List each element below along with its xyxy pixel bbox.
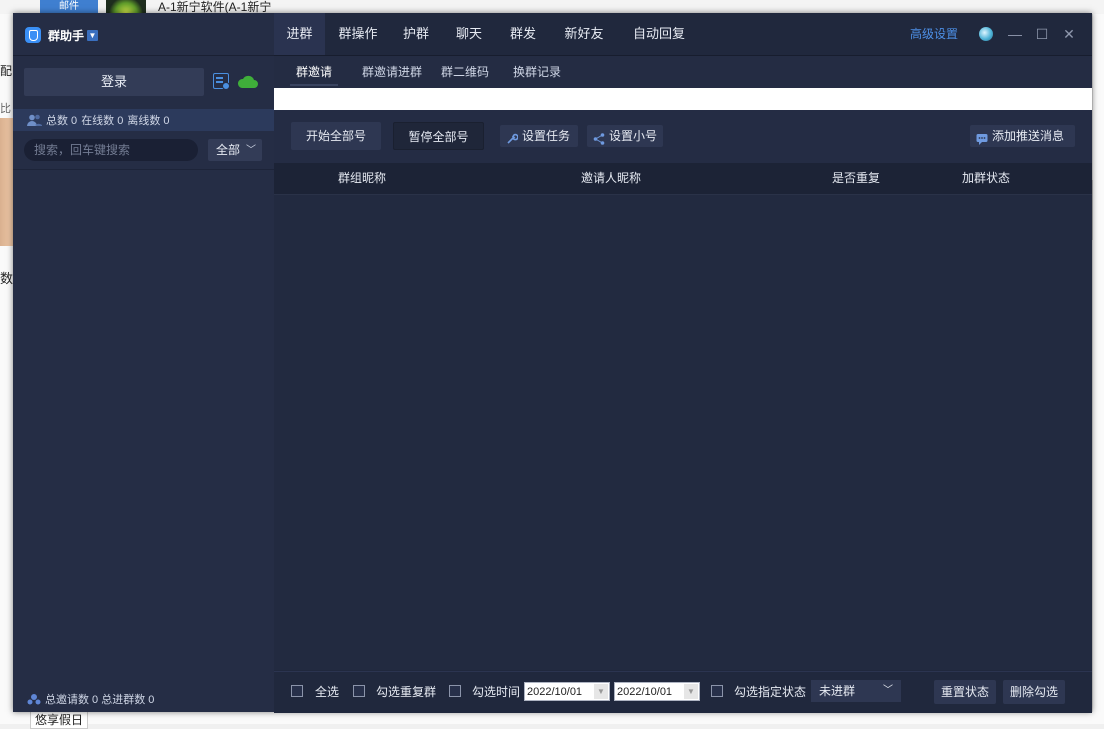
total-count: 总数 0 — [46, 115, 78, 127]
status-select-value: 未进群 — [819, 684, 856, 698]
desktop-window-title: A-1新宁软件(A-1新宁 — [158, 0, 272, 14]
subtab-switch-log[interactable]: 换群记录 — [511, 56, 563, 88]
table-header: 群组昵称 邀请人昵称 是否重复 加群状态 — [274, 163, 1092, 195]
desktop-text: 数 — [0, 271, 14, 286]
sub-nav: 群邀请 群邀请进群 群二维码 换群记录 — [274, 56, 1092, 88]
divider — [13, 169, 274, 170]
select-duplicate-label: 勾选重复群 — [376, 685, 437, 699]
add-push-label: 添加推送消息 — [992, 129, 1065, 143]
column-join-status[interactable]: 加群状态 — [962, 163, 1010, 194]
tab-group-ops[interactable]: 群操作 — [330, 13, 386, 55]
sidebar-footer: 总邀请数 0 总进群数 0 — [27, 691, 154, 707]
filter-select[interactable]: 全部 ﹀ — [208, 139, 262, 161]
top-nav: 进群 群操作 护群 聊天 群发 新好友 自动回复 高级设置 — ☐ ✕ — [274, 13, 1092, 56]
toolbar: 开始全部号 暂停全部号 设置任务 设置小号 添加推送消息 — [274, 110, 1092, 163]
offline-count: 离线数 0 — [127, 115, 170, 127]
filter-value: 全部 — [216, 143, 241, 157]
date-to-input[interactable]: 2022/10/01 ▼ — [614, 682, 700, 701]
select-duplicate-checkbox[interactable] — [353, 685, 365, 697]
delete-selected-button[interactable]: 删除勾选 — [1003, 680, 1065, 704]
app-logo-icon — [25, 27, 41, 43]
message-icon — [976, 130, 988, 145]
desktop-bottom-strip: 悠享假日 — [0, 711, 1104, 729]
add-push-button[interactable]: 添加推送消息 — [970, 125, 1075, 147]
desktop-photo — [0, 118, 13, 246]
sidebar: 群助手 ▼ 登录 总数 0 在线数 0 离线数 0 搜索，回车键搜索 全部 ﹀ — [13, 13, 274, 712]
column-is-duplicate[interactable]: 是否重复 — [832, 163, 880, 194]
online-count: 在线数 0 — [81, 115, 124, 127]
dropdown-caret-icon[interactable]: ▼ — [87, 29, 99, 41]
close-icon[interactable]: ✕ — [1058, 13, 1080, 55]
chevron-down-icon: ﹀ — [246, 145, 256, 156]
account-list-icon[interactable] — [213, 73, 230, 90]
tab-guard-group[interactable]: 护群 — [396, 13, 436, 55]
app-name: 群助手 — [48, 28, 85, 43]
date-from-value: 2022/10/01 — [527, 686, 583, 698]
set-task-button[interactable]: 设置任务 — [500, 125, 578, 147]
desktop-text: 比 — [0, 103, 11, 115]
pause-all-button[interactable]: 暂停全部号 — [393, 122, 484, 150]
tab-auto-reply[interactable]: 自动回复 — [624, 13, 694, 55]
content-strip — [274, 88, 1092, 110]
select-time-label: 勾选时间 — [472, 685, 521, 699]
search-input[interactable]: 搜索，回车键搜索 — [24, 139, 198, 161]
desktop-app-icon — [106, 0, 146, 14]
desktop-right-panel — [1092, 14, 1104, 724]
desktop-text: 配 — [0, 64, 13, 78]
date-from-input[interactable]: 2022/10/01 ▼ — [524, 682, 610, 701]
column-group-nickname[interactable]: 群组昵称 — [338, 163, 386, 194]
divider — [13, 55, 274, 56]
select-status-label: 勾选指定状态 — [734, 685, 807, 699]
reset-status-button[interactable]: 重置状态 — [934, 680, 996, 704]
table-body — [274, 195, 1092, 670]
calendar-dropdown-icon[interactable]: ▼ — [594, 684, 608, 699]
desktop-tab[interactable]: 邮件 — [40, 0, 98, 13]
wrench-icon — [506, 130, 519, 144]
status-select[interactable]: 未进群 ﹀ — [811, 680, 901, 702]
tab-chat[interactable]: 聊天 — [449, 13, 489, 55]
tab-mass-send[interactable]: 群发 — [503, 13, 543, 55]
brand[interactable]: 群助手 ▼ — [25, 26, 99, 44]
stats-bar: 总数 0 在线数 0 离线数 0 — [13, 109, 274, 131]
calendar-dropdown-icon[interactable]: ▼ — [684, 684, 698, 699]
share-icon — [593, 130, 605, 145]
globe-icon[interactable] — [979, 27, 993, 41]
start-all-button[interactable]: 开始全部号 — [291, 122, 381, 150]
group-icon — [27, 693, 41, 704]
select-time-checkbox[interactable] — [449, 685, 461, 697]
users-icon — [27, 114, 42, 126]
select-status-checkbox[interactable] — [711, 685, 723, 697]
set-task-label: 设置任务 — [522, 129, 571, 143]
minimize-icon[interactable]: — — [1004, 13, 1026, 55]
tab-join-group[interactable]: 进群 — [274, 13, 325, 55]
login-button[interactable]: 登录 — [24, 68, 204, 96]
desktop-divider — [1092, 180, 1103, 240]
desktop-bottom-tab[interactable]: 悠享假日 — [30, 711, 89, 729]
app-window: 群助手 ▼ 登录 总数 0 在线数 0 离线数 0 搜索，回车键搜索 全部 ﹀ — [13, 13, 1092, 713]
invite-summary: 总邀请数 0 总进群数 0 — [45, 694, 155, 706]
advanced-settings-link[interactable]: 高级设置 — [910, 13, 958, 55]
footer-bar: 全选 勾选重复群 勾选时间 2022/10/01 ▼ 2022/10/01 ▼ … — [274, 671, 1092, 713]
subtab-qr-code[interactable]: 群二维码 — [439, 56, 491, 88]
chevron-down-icon: ﹀ — [883, 685, 893, 696]
date-to-value: 2022/10/01 — [617, 686, 673, 698]
column-inviter-nickname[interactable]: 邀请人昵称 — [581, 163, 641, 194]
set-alt-label: 设置小号 — [609, 129, 658, 143]
subtab-group-invite[interactable]: 群邀请 — [290, 56, 338, 88]
subtab-invite-join[interactable]: 群邀请进群 — [360, 56, 424, 88]
set-alt-button[interactable]: 设置小号 — [587, 125, 663, 147]
maximize-icon[interactable]: ☐ — [1031, 13, 1053, 55]
cloud-icon[interactable] — [237, 73, 259, 89]
select-all-label: 全选 — [315, 685, 340, 699]
tab-new-friends[interactable]: 新好友 — [556, 13, 612, 55]
select-all-checkbox[interactable] — [291, 685, 303, 697]
